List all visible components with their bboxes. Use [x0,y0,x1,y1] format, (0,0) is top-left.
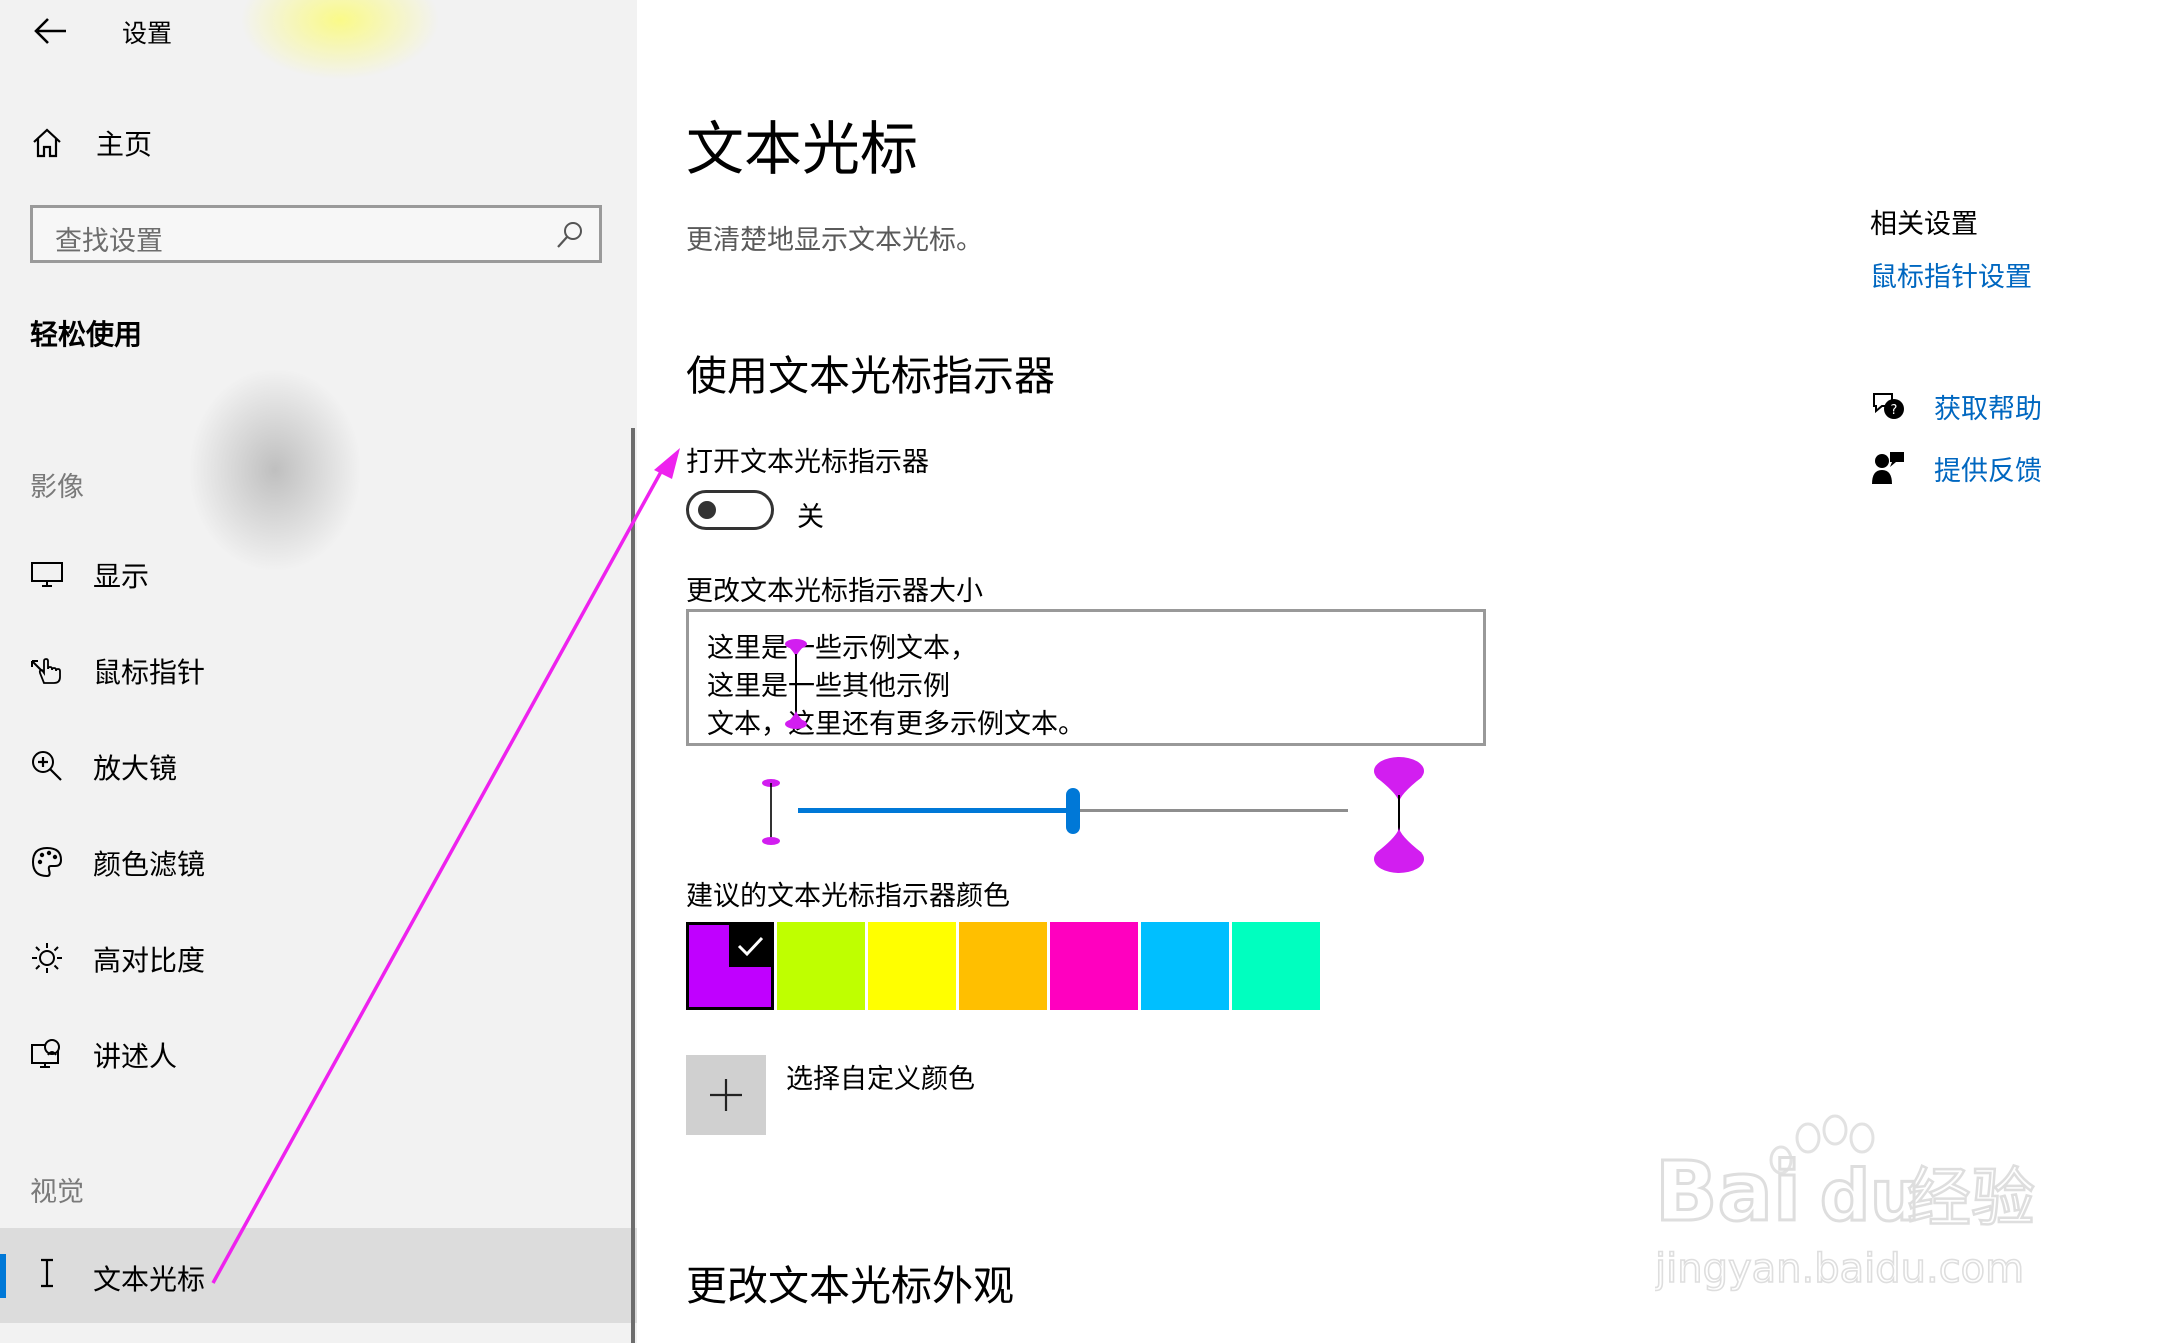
sidebar-item-mouse-pointer[interactable]: 鼠标指针 [0,637,637,703]
sidebar-item-text-cursor[interactable]: 文本光标 [0,1228,637,1323]
narrator-icon [31,1039,60,1068]
section-title-appearance: 更改文本光标外观 [686,1262,1014,1310]
svg-text:du: du [1820,1155,1920,1237]
sample-line: 文本，这里还有更多示例文本。 [707,709,1085,740]
app-title: 设置 [122,19,173,48]
large-size-indicator-icon [1374,757,1424,873]
baidu-jingyan-watermark: Bai du 经验 jingyan.baidu.com [1655,1114,2036,1293]
background-blur [240,0,440,80]
sidebar-item-label: 颜色滤镜 [93,848,206,881]
sidebar-item-display[interactable]: 显示 [0,541,637,607]
sidebar-item-label: 主页 [96,128,153,161]
color-swatch[interactable] [868,922,956,1010]
slider-fill [798,808,1073,813]
small-size-indicator-icon [762,779,780,845]
home-icon [33,128,61,158]
search-input[interactable]: 查找设置 [30,205,602,263]
palette-icon [31,846,63,878]
sidebar-item-label: 高对比度 [93,944,206,977]
indicator-size-slider[interactable] [686,755,1446,875]
selection-indicator [0,1254,6,1298]
pointer-hand-icon [31,658,61,684]
slider-thumb[interactable] [1066,788,1080,834]
color-swatch[interactable] [1232,922,1320,1010]
indicator-toggle[interactable] [686,490,774,530]
size-label: 更改文本光标指示器大小 [686,576,983,607]
monitor-icon [31,562,63,587]
sidebar-item-narrator[interactable]: 讲述人 [0,1021,637,1087]
section-title-indicator: 使用文本光标指示器 [686,352,1055,400]
feedback-person-icon [1872,452,1904,484]
sample-line: 这里是一些示例文本， [707,633,977,664]
sidebar: 设置 主页 查找设置 轻松使用 影像 显示 鼠标指针 放大镜 颜色滤镜 高对比度… [0,0,637,1343]
sidebar-item-label: 鼠标指针 [93,656,206,689]
group-label-visual: 视觉 [30,1177,84,1208]
sidebar-item-label: 讲述人 [93,1040,178,1073]
colors-label: 建议的文本光标指示器颜色 [686,881,1010,912]
text-cursor-icon [41,1258,53,1288]
help-chat-icon: ? [1873,393,1904,419]
mouse-pointer-settings-link[interactable]: 鼠标指针设置 [1870,255,2032,294]
group-label-vision: 影像 [30,472,84,503]
toggle-knob [698,501,716,519]
page-title: 文本光标 [686,115,919,183]
svg-text:jingyan.baidu.com: jingyan.baidu.com [1655,1246,2024,1292]
custom-color-button[interactable] [686,1055,766,1135]
plus-icon [710,1079,742,1111]
search-placeholder: 查找设置 [55,226,163,257]
color-swatch-selected[interactable] [686,922,774,1010]
sidebar-item-color-filters[interactable]: 颜色滤镜 [0,829,637,895]
scrollbar[interactable] [631,428,635,1343]
search-icon[interactable] [555,220,585,250]
svg-text:经验: 经验 [1907,1162,2035,1236]
color-swatch[interactable] [1050,922,1138,1010]
color-swatches [686,922,1320,1012]
give-feedback-label: 提供反馈 [1934,455,2042,487]
svg-text:Bai: Bai [1655,1145,1801,1240]
get-help-label: 获取帮助 [1934,393,2042,425]
sun-icon [32,943,62,973]
checkmark-icon [729,925,771,967]
color-swatch[interactable] [777,922,865,1010]
sidebar-item-magnifier[interactable]: 放大镜 [0,733,637,799]
sample-line: 这里是一些其他示例 [707,671,950,702]
sidebar-item-label: 文本光标 [93,1263,206,1296]
magnifier-icon [32,751,62,781]
related-settings-title: 相关设置 [1870,209,1978,240]
give-feedback-link[interactable]: 提供反馈 [1870,448,2042,488]
color-swatch[interactable] [959,922,1047,1010]
text-cursor-indicator-preview [785,639,807,729]
get-help-link[interactable]: ? 获取帮助 [1870,386,2042,426]
sidebar-item-label: 放大镜 [93,752,178,785]
custom-color-label[interactable]: 选择自定义颜色 [786,1057,975,1096]
page-subtitle: 更清楚地显示文本光标。 [686,225,983,256]
toggle-label: 打开文本光标指示器 [686,447,929,478]
svg-text:?: ? [1891,403,1898,418]
sidebar-item-label: 显示 [93,560,150,593]
sidebar-item-high-contrast[interactable]: 高对比度 [0,925,637,991]
sidebar-item-home[interactable]: 主页 [30,122,152,164]
color-swatch[interactable] [1141,922,1229,1010]
back-arrow-icon[interactable] [30,14,70,48]
background-blur [190,370,360,570]
category-title: 轻松使用 [30,318,143,351]
toggle-state: 关 [797,502,824,533]
sample-text-box: 这里是一些示例文本， 这里是一些其他示例 文本，这里还有更多示例文本。 [686,609,1486,746]
